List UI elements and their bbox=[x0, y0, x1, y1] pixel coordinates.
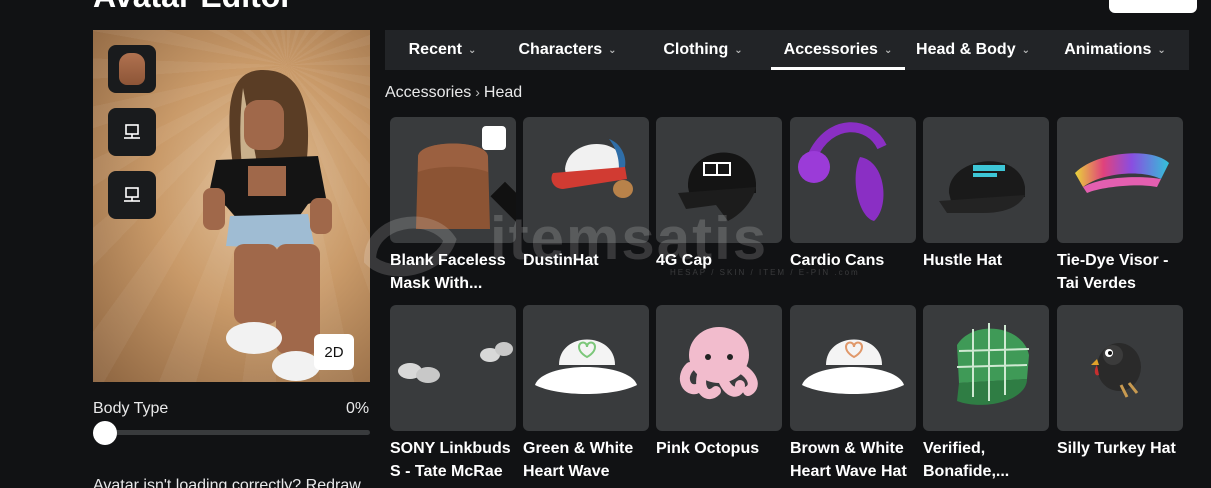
trucker-cap-icon bbox=[551, 139, 633, 198]
black-cap-icon bbox=[678, 152, 756, 221]
display-icon bbox=[124, 187, 140, 202]
item-name[interactable]: Blank Faceless Mask With... bbox=[390, 249, 520, 295]
tab-label: Clothing bbox=[663, 41, 729, 58]
selected-checkmark-icon[interactable] bbox=[482, 126, 516, 222]
body-type-label: Body Type bbox=[93, 400, 169, 417]
catalog-item[interactable]: Cardio Cans bbox=[790, 117, 916, 272]
body-type-slider-thumb[interactable] bbox=[93, 421, 117, 445]
item-name[interactable]: Tie-Dye Visor - Tai Verdes bbox=[1057, 249, 1187, 295]
tab-characters[interactable]: Characters ⌄ bbox=[500, 30, 635, 70]
chevron-down-icon: ⌄ bbox=[608, 44, 617, 56]
item-name[interactable]: Pink Octopus bbox=[656, 437, 786, 460]
head-thumbnail-icon bbox=[119, 53, 145, 85]
emote-slot-button-1[interactable] bbox=[108, 108, 156, 156]
bucket-hat-icon bbox=[535, 339, 637, 394]
emote-slot-button-2[interactable] bbox=[108, 171, 156, 219]
catalog-item[interactable]: Silly Turkey Hat bbox=[1057, 305, 1183, 460]
top-right-button[interactable] bbox=[1109, 0, 1197, 13]
catalog-item[interactable]: 4G Cap bbox=[656, 117, 782, 272]
view-2d-button[interactable]: 2D bbox=[314, 334, 354, 370]
tab-accessories[interactable]: Accessories ⌄ bbox=[771, 30, 905, 70]
body-type-slider-track[interactable] bbox=[93, 430, 370, 435]
chevron-down-icon: ⌄ bbox=[1021, 44, 1030, 56]
catalog-item[interactable]: Green & White Heart Wave Hat... bbox=[523, 305, 649, 488]
visor-icon bbox=[1075, 153, 1169, 193]
body-type-value: 0% bbox=[346, 400, 370, 417]
catalog-item[interactable]: Brown & White Heart Wave Hat bbox=[790, 305, 916, 483]
catalog-item[interactable]: DustinHat bbox=[523, 117, 649, 272]
item-name[interactable]: 4G Cap bbox=[656, 249, 786, 272]
page-title: Avatar Editor bbox=[93, 0, 293, 15]
plaid-cap-icon bbox=[956, 323, 1030, 405]
item-name[interactable]: Brown & White Heart Wave Hat bbox=[790, 437, 920, 483]
item-thumbnail[interactable] bbox=[923, 305, 1049, 431]
item-thumbnail[interactable] bbox=[656, 117, 782, 243]
item-name[interactable]: DustinHat bbox=[523, 249, 653, 272]
chevron-down-icon: ⌄ bbox=[883, 44, 893, 56]
head-view-button[interactable] bbox=[108, 45, 156, 93]
tab-label: Accessories bbox=[783, 41, 878, 58]
octopus-icon bbox=[679, 327, 758, 400]
tab-head-and-body[interactable]: Head & Body ⌄ bbox=[905, 30, 1041, 70]
catalog-item[interactable]: Verified, Bonafide,... bbox=[923, 305, 1049, 483]
item-name[interactable]: Cardio Cans bbox=[790, 249, 920, 272]
item-name[interactable]: SONY Linkbuds S - Tate McRae bbox=[390, 437, 520, 483]
item-thumbnail[interactable] bbox=[390, 305, 516, 431]
turkey-hat-icon bbox=[1091, 343, 1141, 398]
catalog-item[interactable]: Pink Octopus bbox=[656, 305, 782, 460]
chevron-right-icon: › bbox=[475, 84, 480, 100]
tab-clothing[interactable]: Clothing ⌄ bbox=[635, 30, 771, 70]
chevron-down-icon: ⌄ bbox=[734, 44, 743, 56]
catalog-item[interactable]: Tie-Dye Visor - Tai Verdes bbox=[1057, 117, 1183, 295]
tab-animations[interactable]: Animations ⌄ bbox=[1041, 30, 1189, 70]
display-icon bbox=[124, 124, 140, 139]
item-thumbnail[interactable] bbox=[1057, 117, 1183, 243]
redraw-help-text[interactable]: Avatar isn't loading correctly? Redraw bbox=[93, 477, 361, 488]
tab-label: Recent bbox=[408, 41, 462, 58]
item-thumbnail[interactable] bbox=[523, 117, 649, 243]
catalog-item[interactable]: Blank Faceless Mask With... bbox=[390, 117, 516, 295]
breadcrumb-parent[interactable]: Accessories bbox=[385, 84, 471, 101]
item-name[interactable]: Silly Turkey Hat bbox=[1057, 437, 1187, 460]
item-name[interactable]: Verified, Bonafide,... bbox=[923, 437, 1053, 483]
item-thumbnail[interactable] bbox=[790, 117, 916, 243]
breadcrumb: Accessories › Head bbox=[385, 84, 522, 102]
item-thumbnail[interactable] bbox=[1057, 305, 1183, 431]
avatar-preview: 2D bbox=[93, 30, 370, 382]
chevron-down-icon: ⌄ bbox=[467, 44, 477, 56]
item-thumbnail[interactable] bbox=[923, 117, 1049, 243]
earbuds-icon bbox=[398, 342, 513, 383]
item-name[interactable]: Green & White Heart Wave Hat... bbox=[523, 437, 653, 488]
item-thumbnail[interactable] bbox=[656, 305, 782, 431]
chevron-down-icon: ⌄ bbox=[1157, 44, 1166, 56]
tab-label: Head & Body bbox=[916, 41, 1016, 58]
black-cap-icon bbox=[939, 161, 1025, 213]
tab-recent[interactable]: Recent ⌄ bbox=[385, 30, 500, 70]
item-thumbnail[interactable] bbox=[523, 305, 649, 431]
category-tabs: Recent ⌄ Characters ⌄ Clothing ⌄ Accessorie… bbox=[385, 30, 1189, 70]
breadcrumb-current: Head bbox=[483, 84, 523, 101]
tab-label: Characters bbox=[518, 41, 603, 58]
item-name[interactable]: Hustle Hat bbox=[923, 249, 1053, 272]
avatar-figure bbox=[203, 70, 332, 381]
tab-label: Animations bbox=[1064, 41, 1152, 58]
catalog-item[interactable]: SONY Linkbuds S - Tate McRae bbox=[390, 305, 516, 483]
headphones-icon bbox=[798, 122, 887, 221]
item-thumbnail[interactable] bbox=[390, 117, 516, 243]
bucket-hat-icon bbox=[802, 339, 904, 394]
catalog-item[interactable]: Hustle Hat bbox=[923, 117, 1049, 272]
item-thumbnail[interactable] bbox=[790, 305, 916, 431]
